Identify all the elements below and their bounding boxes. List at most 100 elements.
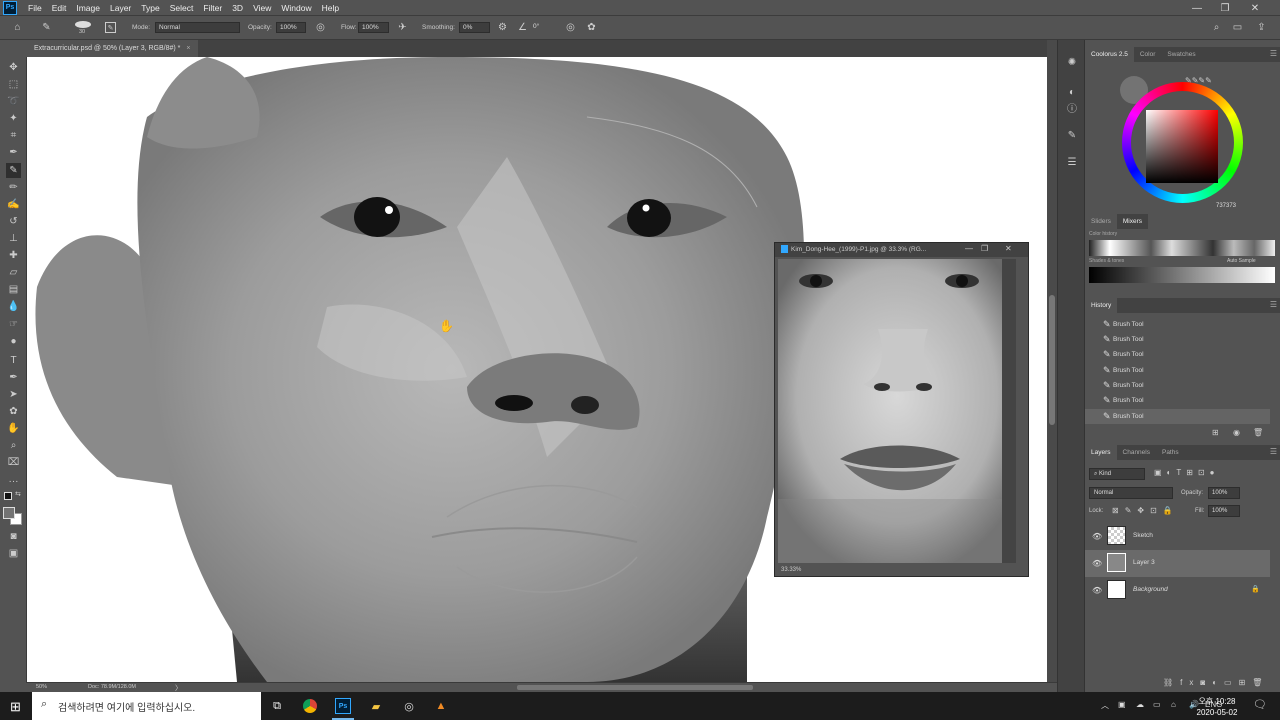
- pencil-tool-icon[interactable]: ✏: [6, 180, 21, 195]
- stamp-tool-icon[interactable]: ⊥: [6, 231, 21, 246]
- tab-layers[interactable]: Layers: [1085, 445, 1117, 460]
- move-tool-icon[interactable]: ✥: [6, 60, 21, 75]
- tab-history[interactable]: History: [1085, 298, 1118, 313]
- tab-mixers[interactable]: Mixers: [1116, 214, 1149, 229]
- fill-input[interactable]: 100%: [1208, 505, 1240, 517]
- eyedropper-icon[interactable]: ✒: [6, 145, 21, 160]
- info-icon[interactable]: ⓘ: [1065, 100, 1079, 115]
- tab-sliders[interactable]: Sliders: [1085, 214, 1117, 229]
- network-icon[interactable]: ⌂: [1171, 700, 1176, 709]
- default-colors-icon[interactable]: [4, 492, 12, 500]
- tab-close-icon[interactable]: ×: [186, 45, 190, 52]
- minimize-button[interactable]: —: [1185, 0, 1209, 16]
- blend-mode-select[interactable]: Normal: [1089, 487, 1173, 499]
- tab-color[interactable]: Color: [1134, 47, 1162, 62]
- adjustments-icon[interactable]: ◐: [1065, 85, 1079, 99]
- magic-wand-icon[interactable]: ✦: [6, 111, 21, 126]
- clock-time[interactable]: 오후 10:28: [1194, 696, 1240, 707]
- gradient-tool-icon[interactable]: ▤: [6, 282, 21, 297]
- hand-tool-icon[interactable]: ✋: [6, 421, 21, 436]
- visibility-eye-icon[interactable]: 👁: [1092, 532, 1102, 541]
- windows-start-icon[interactable]: ⊞: [10, 699, 21, 715]
- panel-menu-icon[interactable]: ☰: [1270, 49, 1277, 58]
- menu-file[interactable]: File: [23, 3, 47, 13]
- menu-3d[interactable]: 3D: [227, 3, 248, 13]
- vertical-scrollbar[interactable]: [1047, 40, 1057, 683]
- horizontal-scroll-thumb[interactable]: [517, 685, 753, 690]
- visibility-eye-icon[interactable]: 👁: [1092, 559, 1102, 568]
- type-tool-icon[interactable]: T: [6, 353, 21, 368]
- zoom-level[interactable]: 50%: [36, 684, 47, 690]
- hex-value[interactable]: 737373: [1216, 203, 1236, 209]
- foreground-color-swatch[interactable]: [3, 507, 15, 519]
- layer-filter-icons[interactable]: ▣◐T⊞⊡●: [1154, 468, 1220, 477]
- pressure-opacity-icon[interactable]: ◎: [314, 21, 327, 34]
- brush-settings-icon[interactable]: ✎: [105, 22, 116, 33]
- shape-tool-icon[interactable]: ✿: [6, 404, 21, 419]
- symmetry-icon[interactable]: ✿: [585, 21, 598, 34]
- history-item[interactable]: ✎ Brush Tool: [1085, 378, 1270, 393]
- auto-sample-label[interactable]: Auto Sample: [1227, 258, 1256, 264]
- menu-edit[interactable]: Edit: [47, 3, 72, 13]
- menu-window[interactable]: Window: [276, 3, 316, 13]
- visibility-eye-icon[interactable]: 👁: [1092, 586, 1102, 595]
- pen-tool-icon[interactable]: ✒: [6, 370, 21, 385]
- menu-layer[interactable]: Layer: [105, 3, 136, 13]
- menu-help[interactable]: Help: [317, 3, 344, 13]
- tray-expand-icon[interactable]: ︿: [1101, 700, 1109, 711]
- smoothing-input[interactable]: 0%: [459, 22, 490, 33]
- reference-close-icon[interactable]: ✕: [1005, 244, 1012, 253]
- lasso-tool-icon[interactable]: ➰: [6, 94, 21, 109]
- menu-select[interactable]: Select: [165, 3, 199, 13]
- tab-channels[interactable]: Channels: [1117, 445, 1156, 460]
- snapshot-camera-icon[interactable]: ◉: [1233, 428, 1240, 437]
- brush-tool-icon[interactable]: ✎: [40, 21, 53, 34]
- obs-icon[interactable]: ◎: [401, 698, 417, 714]
- delete-state-icon[interactable]: 🗑: [1253, 428, 1263, 437]
- saturation-square[interactable]: [1146, 110, 1218, 183]
- reference-titlebar[interactable]: Kim_Dong-Hee_(1999)-P1.jpg @ 33.3% (RG..…: [775, 243, 1028, 257]
- quick-mask-icon[interactable]: ◙: [6, 529, 21, 544]
- crop-tool-icon[interactable]: ⌗: [6, 128, 21, 143]
- tray-icon-2[interactable]: ☁: [1136, 700, 1144, 709]
- home-icon[interactable]: ⌂: [11, 21, 24, 34]
- tray-icon-3[interactable]: ▭: [1153, 700, 1161, 709]
- layer-sketch[interactable]: 👁 Sketch: [1085, 523, 1270, 550]
- mixer-brush-icon[interactable]: ✍: [6, 197, 21, 212]
- color-history-strip[interactable]: [1089, 240, 1275, 256]
- pressure-size-icon[interactable]: ◎: [564, 21, 577, 34]
- opacity-input[interactable]: 100%: [276, 22, 306, 33]
- mode-select[interactable]: Normal: [155, 22, 240, 33]
- menu-type[interactable]: Type: [136, 3, 164, 13]
- brush-tool-icon-active[interactable]: ✎: [6, 163, 21, 178]
- brush-settings-panel-icon[interactable]: ✎: [1065, 128, 1079, 142]
- screen-mode-icon[interactable]: ▣: [6, 546, 21, 561]
- color-wheel-area[interactable]: ✎✎✎✎ 737373: [1085, 62, 1280, 210]
- lock-icons[interactable]: ⊠✎✥⊡🔒: [1112, 506, 1179, 515]
- rotate-view-icon[interactable]: ⌧: [6, 455, 21, 470]
- vertical-scroll-thumb[interactable]: [1049, 295, 1055, 425]
- task-view-icon[interactable]: ⧉: [269, 698, 285, 714]
- notification-icon[interactable]: 🗨: [1253, 698, 1267, 711]
- menu-filter[interactable]: Filter: [198, 3, 227, 13]
- workspace-icon[interactable]: ▭: [1231, 21, 1244, 34]
- reference-maximize-icon[interactable]: ❐: [981, 244, 988, 253]
- chrome-icon[interactable]: [303, 699, 317, 713]
- search-icon[interactable]: ⌕: [1210, 21, 1223, 34]
- marquee-tool-icon[interactable]: ⬚: [6, 77, 21, 92]
- history-menu-icon[interactable]: ☰: [1270, 300, 1277, 309]
- layer-layer-3[interactable]: 👁 Layer 3: [1085, 550, 1270, 577]
- new-document-from-state-icon[interactable]: ⊞: [1212, 428, 1219, 437]
- tray-icon-1[interactable]: ▣: [1118, 700, 1126, 709]
- layer-action-icons[interactable]: ⛓fx◙◐▭⊞🗑: [1163, 678, 1269, 687]
- document-tab[interactable]: Extracurricular.psd @ 50% (Layer 3, RGB/…: [27, 40, 199, 57]
- history-brush-icon[interactable]: ↺: [6, 214, 21, 229]
- shades-strip[interactable]: [1089, 267, 1275, 283]
- file-explorer-icon[interactable]: ▰: [368, 698, 384, 714]
- tab-paths[interactable]: Paths: [1156, 445, 1185, 460]
- layer-opacity-input[interactable]: 100%: [1208, 487, 1240, 499]
- spot-heal-icon[interactable]: ✚: [6, 248, 21, 263]
- history-item[interactable]: ✎ Brush Tool: [1085, 332, 1270, 347]
- vlc-icon[interactable]: ▲: [433, 698, 449, 714]
- tab-coolorus[interactable]: Coolorus 2.5: [1085, 47, 1134, 62]
